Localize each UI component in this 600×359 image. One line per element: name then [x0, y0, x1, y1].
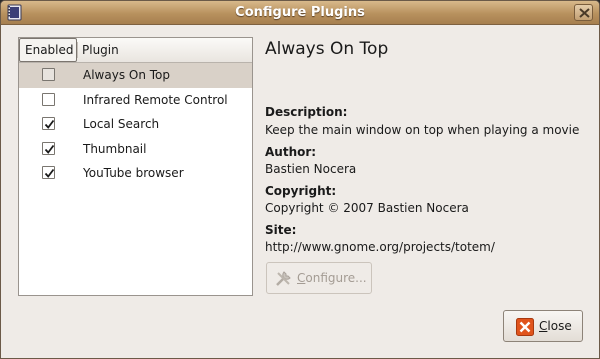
site-value: http://www.gnome.org/projects/totem/	[265, 240, 495, 254]
window-title: Configure Plugins	[235, 5, 365, 20]
checkmark-icon	[44, 144, 55, 154]
plugin-name: Local Search	[83, 117, 160, 131]
column-header-plugin[interactable]: Plugin	[82, 43, 119, 57]
plugin-title: Always On Top	[265, 39, 389, 59]
column-header-enabled[interactable]: Enabled	[19, 38, 77, 62]
configure-button[interactable]: Configure...	[266, 262, 372, 294]
column-divider	[77, 42, 78, 58]
plugin-name: YouTube browser	[83, 166, 184, 180]
close-icon	[579, 8, 590, 18]
plugin-name: Thumbnail	[83, 141, 147, 156]
enabled-checkbox[interactable]	[42, 92, 55, 106]
checkmark-icon	[44, 119, 55, 129]
checkmark-icon	[44, 168, 55, 178]
enabled-checkbox[interactable]	[42, 166, 55, 179]
configure-icon	[274, 270, 292, 291]
configure-plugins-dialog: Configure Plugins Enabled Plugin Always …	[0, 0, 600, 359]
plugin-row[interactable]: YouTube browser	[19, 161, 252, 186]
plugin-row[interactable]: Local Search	[19, 112, 252, 137]
list-header: Enabled Plugin	[19, 38, 252, 63]
plugin-row[interactable]: Infrared Remote Control	[19, 88, 252, 113]
plugin-list[interactable]: Enabled Plugin Always On Top Infrared Re…	[18, 37, 253, 296]
plugin-name: Infrared Remote Control	[83, 92, 228, 107]
close-icon	[516, 318, 534, 339]
plugin-rows: Always On Top Infrared Remote Control Lo…	[19, 63, 252, 186]
description-value: Keep the main window on top when playing…	[265, 123, 580, 137]
plugin-row[interactable]: Always On Top	[19, 63, 252, 88]
copyright-value: Copyright © 2007 Bastien Nocera	[265, 201, 469, 215]
enabled-checkbox[interactable]	[42, 68, 55, 81]
author-value: Bastien Nocera	[265, 162, 357, 176]
enabled-checkbox[interactable]	[42, 117, 55, 130]
configure-label: Configure...	[297, 271, 367, 285]
title-bar[interactable]: Configure Plugins	[1, 1, 599, 25]
plugin-row[interactable]: Thumbnail	[19, 137, 252, 162]
window-close-button[interactable]	[574, 4, 593, 21]
site-label: Site:	[265, 223, 297, 237]
description-label: Description:	[265, 105, 348, 119]
close-label: Close	[539, 319, 572, 333]
enabled-checkbox[interactable]	[42, 141, 55, 155]
close-button[interactable]: Close	[503, 310, 583, 342]
copyright-label: Copyright:	[265, 184, 337, 198]
plugin-name: Always On Top	[83, 68, 170, 82]
author-label: Author:	[265, 145, 317, 159]
